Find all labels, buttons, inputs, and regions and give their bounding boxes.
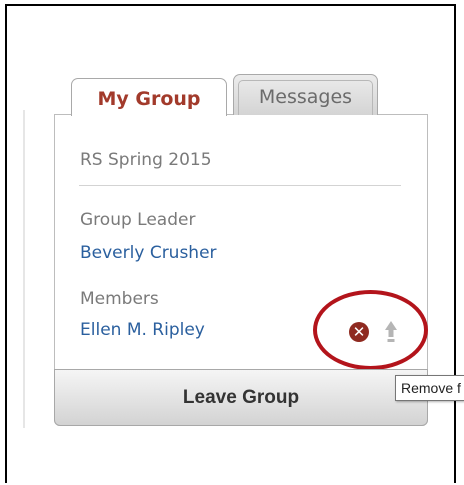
divider bbox=[79, 185, 401, 186]
tooltip: Remove f bbox=[395, 375, 464, 401]
group-leader-link[interactable]: Beverly Crusher bbox=[80, 243, 217, 263]
highlight-circle bbox=[313, 290, 428, 370]
tab-my-group[interactable]: My Group bbox=[71, 78, 227, 116]
group-name: RS Spring 2015 bbox=[80, 150, 212, 170]
group-leader-label: Group Leader bbox=[80, 210, 196, 230]
members-label: Members bbox=[80, 289, 159, 309]
left-panel-edge bbox=[23, 110, 25, 428]
leave-group-button[interactable]: Leave Group bbox=[54, 369, 428, 426]
member-link[interactable]: Ellen M. Ripley bbox=[80, 320, 205, 340]
tab-messages[interactable]: Messages bbox=[233, 74, 378, 115]
